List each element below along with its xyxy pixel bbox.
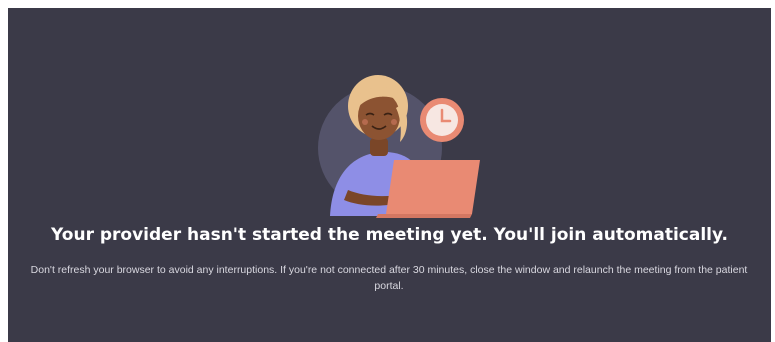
waiting-illustration: [318, 75, 480, 218]
instructions-line-2: portal.: [374, 280, 404, 292]
clock-icon: [420, 98, 464, 142]
instructions-line-1: Don't refresh your browser to avoid any …: [30, 264, 748, 276]
waiting-room-panel: Your provider hasn't started the meeting…: [8, 8, 771, 342]
waiting-headline: Your provider hasn't started the meeting…: [51, 225, 728, 245]
waiting-instructions: Don't refresh your browser to avoid any …: [8, 262, 771, 294]
screenshot-frame: Your provider hasn't started the meeting…: [0, 0, 775, 342]
